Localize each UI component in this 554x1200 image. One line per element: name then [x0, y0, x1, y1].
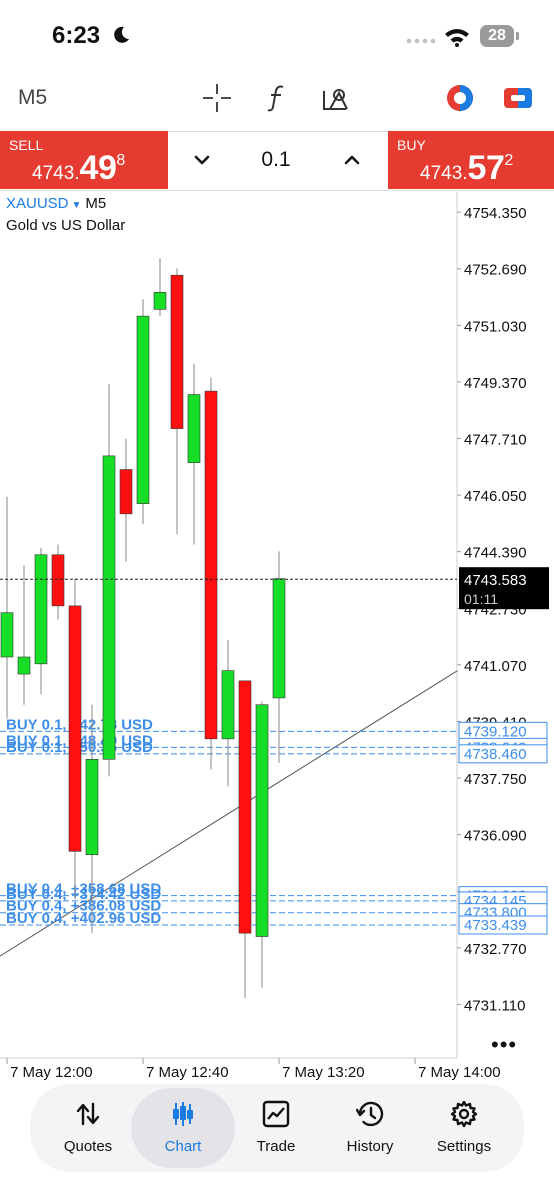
moon-icon — [114, 26, 129, 43]
trade-chart-icon — [262, 1100, 290, 1128]
wifi-icon — [445, 29, 469, 47]
nav-quotes[interactable]: Quotes — [36, 1088, 140, 1168]
candle-body — [153, 291, 167, 310]
nav-trade[interactable]: Trade — [224, 1088, 328, 1168]
symbol-timeframe: M5 — [85, 195, 107, 212]
buy-button[interactable]: BUY 4743.572 — [388, 131, 554, 189]
y-tick-label: 4754.350 — [464, 205, 527, 222]
x-tick-label: 7 May 12:40 — [146, 1064, 229, 1081]
timeframe-button[interactable]: M5 — [18, 86, 47, 110]
caret-down-icon: ▼ — [71, 200, 82, 211]
cellular-signal-icon — [406, 38, 436, 44]
y-tick-label: 4737.750 — [464, 771, 527, 788]
nav-chart[interactable]: Chart — [131, 1088, 235, 1168]
nav-chart-label: Chart — [164, 1138, 202, 1155]
nav-quotes-label: Quotes — [63, 1138, 113, 1155]
nav-history-label: History — [346, 1138, 394, 1155]
y-tick-label: 4752.690 — [464, 262, 527, 279]
nav-trade-label: Trade — [256, 1138, 296, 1155]
order-price-label: 4739.120 — [464, 723, 527, 740]
candle-body — [51, 554, 65, 607]
objects-icon[interactable] — [318, 81, 352, 115]
candle-body — [170, 274, 184, 429]
sell-button[interactable]: SELL 4743.498 — [0, 131, 168, 189]
bar-countdown-timer: 01:11 — [464, 591, 498, 607]
candle-body — [238, 680, 252, 934]
nav-history[interactable]: History — [318, 1088, 422, 1168]
sell-price: 4743.498 — [32, 149, 126, 187]
buy-price: 4743.572 — [420, 149, 514, 187]
status-time: 6:23 — [52, 22, 101, 49]
order-line-label: BUY 0.4, +402.96 USD — [6, 910, 161, 927]
candle-body — [0, 612, 14, 658]
candle-body — [17, 656, 31, 675]
y-tick-label: 4747.710 — [464, 432, 527, 449]
candle-body — [68, 605, 82, 852]
candle-body — [85, 758, 99, 856]
battery-indicator: 28 — [480, 25, 514, 47]
crosshair-icon[interactable] — [200, 81, 234, 115]
candle-body — [204, 390, 218, 740]
more-options-icon[interactable]: ••• — [491, 1032, 517, 1058]
settings-gear-icon — [450, 1100, 478, 1128]
battery-tip — [516, 32, 519, 40]
color-scheme-icon[interactable] — [443, 81, 477, 115]
symbol-name: XAUUSD — [6, 195, 69, 212]
volume-decrease-chevron-icon[interactable] — [190, 148, 214, 172]
y-tick-label: 4731.110 — [464, 997, 525, 1014]
candle-body — [255, 704, 269, 937]
candle-body — [221, 670, 235, 740]
candle-body — [272, 578, 286, 699]
history-clock-icon — [356, 1101, 384, 1127]
chart-candles-icon — [173, 1102, 193, 1126]
indicator-f-icon[interactable] — [260, 81, 294, 115]
y-tick-label: 4732.770 — [464, 941, 527, 958]
candle-body — [187, 394, 201, 464]
order-price-label: 4738.460 — [464, 746, 527, 763]
symbol-selector[interactable]: XAUUSD ▼ M5 — [6, 195, 106, 212]
one-click-trade-icon[interactable] — [501, 81, 535, 115]
y-tick-label: 4749.370 — [464, 375, 527, 392]
current-price-label: 4743.583 — [464, 572, 527, 589]
x-tick-label: 7 May 12:00 — [10, 1064, 93, 1081]
nav-settings[interactable]: Settings — [412, 1088, 516, 1168]
candle-body — [102, 455, 116, 760]
candle-body — [119, 469, 133, 515]
x-tick-label: 7 May 13:20 — [282, 1064, 365, 1081]
order-price-label: 4733.439 — [464, 917, 527, 934]
candle-body — [136, 315, 150, 504]
quotes-arrows-icon — [76, 1102, 100, 1126]
volume-value[interactable]: 0.1 — [244, 148, 308, 172]
nav-settings-label: Settings — [436, 1138, 492, 1155]
y-tick-label: 4741.070 — [464, 658, 527, 675]
volume-increase-chevron-icon[interactable] — [340, 148, 364, 172]
symbol-description: Gold vs US Dollar — [6, 217, 126, 234]
y-tick-label: 4751.030 — [464, 318, 527, 335]
y-tick-label: 4744.390 — [464, 545, 527, 562]
price-chart[interactable]: 4754.350 4752.690 4751.030 4749.370 4747.710… — [0, 190, 554, 1088]
y-tick-label: 4736.090 — [464, 828, 527, 845]
candle-body — [34, 554, 48, 665]
x-tick-label: 7 May 14:00 — [418, 1064, 501, 1081]
y-tick-label: 4746.050 — [464, 488, 527, 505]
